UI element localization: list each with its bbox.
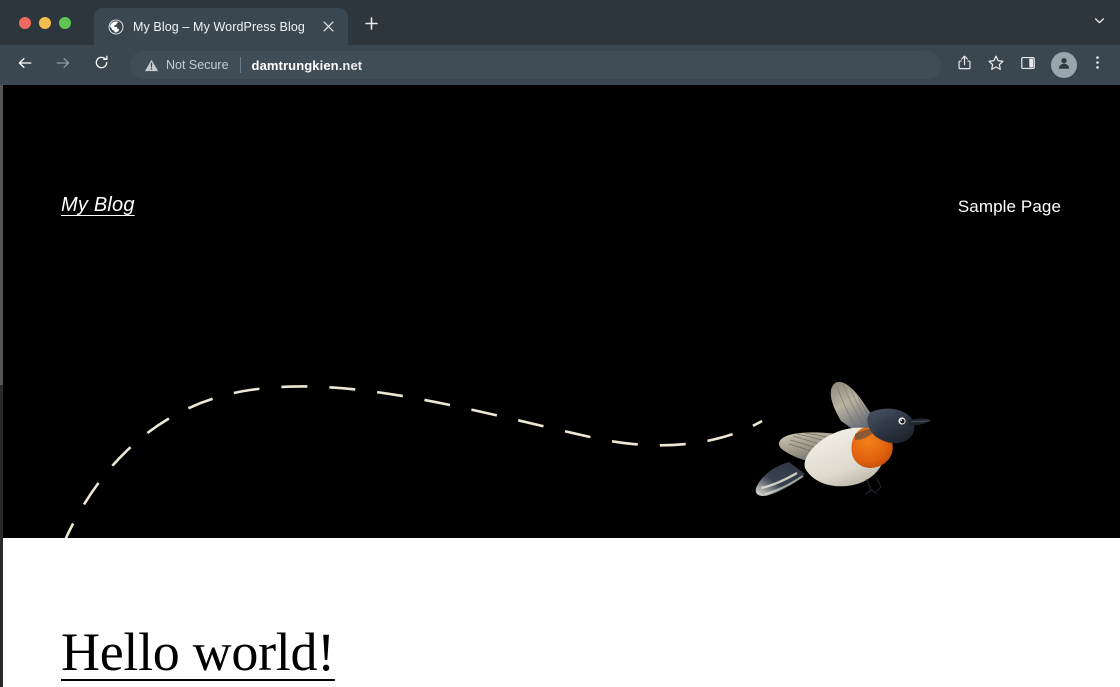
post-section: Hello world! xyxy=(0,538,1120,687)
minimize-window-button[interactable] xyxy=(39,16,51,29)
page-scrollbar[interactable] xyxy=(0,85,3,687)
tabs-row: My Blog – My WordPress Blog xyxy=(94,0,386,45)
security-status-label: Not Secure xyxy=(166,58,229,72)
bird-icon xyxy=(755,381,931,496)
forward-button[interactable] xyxy=(48,50,78,80)
post-title-link[interactable]: Hello world! xyxy=(61,624,335,681)
omnibox-divider xyxy=(239,57,241,73)
plus-icon xyxy=(364,16,379,36)
reload-icon xyxy=(93,54,110,76)
browser-window: My Blog – My WordPress Blog Not Secure d… xyxy=(0,0,1120,687)
bird-illustration xyxy=(745,376,935,511)
toolbar-actions xyxy=(949,50,1112,80)
window-controls xyxy=(0,0,83,45)
maximize-window-button[interactable] xyxy=(59,16,71,29)
address-bar[interactable]: Not Secure damtrungkien.net xyxy=(130,51,941,79)
globe-icon xyxy=(108,19,124,35)
flight-path-graphic xyxy=(64,385,763,538)
url-tld: .net xyxy=(338,57,363,73)
profile-button[interactable] xyxy=(1051,52,1077,78)
chrome-menu-button[interactable] xyxy=(1082,50,1112,80)
chevron-down-icon xyxy=(1093,14,1106,32)
tab-strip-right-controls xyxy=(1086,0,1112,45)
page-viewport: My Blog Sample Page Hello world! xyxy=(0,85,1120,687)
back-button[interactable] xyxy=(10,50,40,80)
url-domain: damtrungkien xyxy=(251,57,339,73)
close-window-button[interactable] xyxy=(19,16,31,29)
tab-strip: My Blog – My WordPress Blog xyxy=(0,0,1120,45)
star-icon xyxy=(987,54,1005,77)
tab-title: My Blog – My WordPress Blog xyxy=(133,19,305,34)
bookmark-button[interactable] xyxy=(981,50,1011,80)
browser-toolbar: Not Secure damtrungkien.net xyxy=(0,45,1120,85)
arrow-right-icon xyxy=(54,54,72,77)
warning-triangle-icon[interactable] xyxy=(144,58,159,73)
person-icon xyxy=(1056,55,1072,76)
share-button[interactable] xyxy=(949,50,979,80)
url-text: damtrungkien.net xyxy=(252,58,363,73)
hero-section: My Blog Sample Page xyxy=(0,85,1120,538)
reload-button[interactable] xyxy=(86,50,116,80)
tab-search-button[interactable] xyxy=(1086,10,1112,36)
close-icon[interactable] xyxy=(320,18,338,36)
browser-tab-active[interactable]: My Blog – My WordPress Blog xyxy=(94,8,348,45)
share-icon xyxy=(956,54,973,76)
side-panel-button[interactable] xyxy=(1013,50,1043,80)
new-tab-button[interactable] xyxy=(358,12,386,40)
three-dots-icon xyxy=(1089,54,1106,76)
arrow-left-icon xyxy=(16,54,34,77)
side-panel-icon xyxy=(1020,55,1036,76)
scrollbar-thumb[interactable] xyxy=(0,85,3,385)
